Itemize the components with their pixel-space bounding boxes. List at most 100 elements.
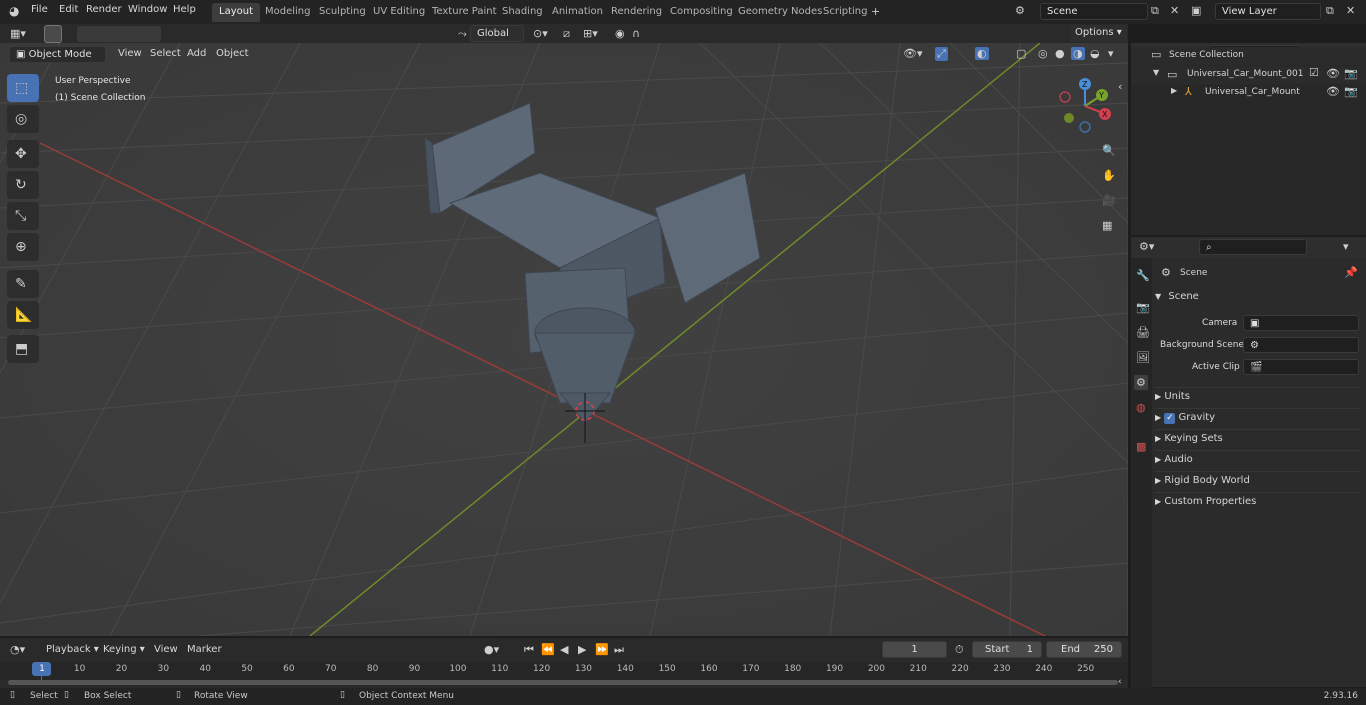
view-layer-icon[interactable]: ▣	[1191, 4, 1201, 17]
properties-editor-icon[interactable]: ⚙▾	[1139, 240, 1154, 253]
pivot-icon[interactable]: ⊙▾	[533, 27, 548, 40]
tab-animation[interactable]: Animation	[545, 3, 610, 22]
pan-hand-icon[interactable]: ✋	[1102, 169, 1116, 182]
camera-field[interactable]: ▣	[1243, 315, 1359, 331]
next-keyframe-icon[interactable]: ⏩	[595, 643, 609, 656]
menu-file[interactable]: File	[31, 4, 48, 15]
section-gravity[interactable]: ▶ ✓ Gravity	[1155, 408, 1360, 426]
tab-modeling[interactable]: Modeling	[258, 3, 318, 22]
new-view-layer-icon[interactable]: ⧉	[1326, 4, 1334, 18]
new-scene-icon[interactable]: ⧉	[1151, 4, 1159, 18]
snap-icon[interactable]: ⧄	[563, 27, 570, 41]
collection-label[interactable]: Universal_Car_Mount_001	[1187, 69, 1303, 79]
jump-end-icon[interactable]: ⏭	[614, 643, 624, 657]
scene-panel-header[interactable]: ▼ Scene	[1155, 291, 1360, 309]
select-mode-buttons[interactable]	[77, 26, 161, 42]
current-frame-field[interactable]: 1	[882, 641, 947, 658]
output-tab-icon[interactable]: 🖨	[1136, 326, 1150, 339]
expand-icon[interactable]: ▼	[1153, 68, 1159, 77]
material-shading-icon[interactable]: ◑	[1071, 47, 1085, 60]
scale-tool[interactable]: ⤡	[7, 202, 39, 230]
cursor-tool[interactable]: ◎	[7, 105, 39, 133]
wireframe-shading-icon[interactable]: ◎	[1038, 47, 1048, 60]
section-custom-properties[interactable]: ▶ Custom Properties	[1155, 492, 1360, 510]
measure-tool[interactable]: 📐	[7, 301, 39, 329]
proportional-edit-icon[interactable]: ◉	[615, 27, 625, 40]
timeline-menu-view[interactable]: View	[154, 644, 178, 655]
scene-collection-label[interactable]: Scene Collection	[1169, 50, 1244, 60]
prev-keyframe-icon[interactable]: ⏪	[541, 643, 555, 656]
scene-tab-icon[interactable]: ⚙	[1134, 375, 1148, 390]
visibility-filter-icon[interactable]: 👁▾	[903, 47, 923, 60]
start-frame-field[interactable]: Start 1	[972, 641, 1042, 658]
ortho-toggle-icon[interactable]: ▦	[1102, 219, 1112, 232]
play-reverse-icon[interactable]: ◀	[560, 643, 568, 656]
tab-sculpting[interactable]: Sculpting	[312, 3, 373, 22]
play-icon[interactable]: ▶	[578, 643, 586, 656]
add-cube-tool[interactable]: ⬒	[7, 335, 39, 363]
rotate-tool[interactable]: ↻	[7, 171, 39, 199]
properties-search-input[interactable]: ⌕	[1199, 239, 1307, 255]
tab-scripting[interactable]: Scripting	[816, 3, 874, 22]
section-rigid-body-world[interactable]: ▶ Rigid Body World	[1155, 471, 1360, 489]
tab-shading[interactable]: Shading	[495, 3, 550, 22]
select-tool-button[interactable]	[44, 25, 62, 43]
tab-compositing[interactable]: Compositing	[663, 3, 740, 22]
world-tab-icon[interactable]: ◍	[1136, 401, 1146, 414]
view-layer-field[interactable]: View Layer	[1215, 3, 1321, 20]
section-keying-sets[interactable]: ▶ Keying Sets	[1155, 429, 1360, 447]
timeline-menu-playback[interactable]: Playback ▾	[46, 644, 99, 655]
scene-icon[interactable]: ⚙	[1015, 4, 1025, 17]
scene-field[interactable]: Scene	[1040, 3, 1148, 20]
blender-logo-icon[interactable]: ◕	[9, 4, 19, 18]
tool-tab-icon[interactable]: 🔧	[1136, 269, 1150, 282]
tab-geometry-nodes[interactable]: Geometry Nodes	[731, 3, 829, 22]
move-tool[interactable]: ✥	[7, 140, 39, 168]
options-button[interactable]: Options ▾	[1070, 25, 1127, 42]
falloff-icon[interactable]: ∩	[632, 27, 640, 40]
visibility-eye-icon[interactable]: 👁	[1326, 67, 1340, 80]
camera-view-icon[interactable]: 🎥	[1102, 194, 1116, 207]
mode-select[interactable]: ▣ Object Mode	[9, 46, 106, 63]
visibility-eye-icon[interactable]: 👁	[1326, 85, 1340, 98]
tab-texture-paint[interactable]: Texture Paint	[425, 3, 504, 22]
timeline-editor-icon[interactable]: ◔▾	[10, 643, 25, 656]
pin-icon[interactable]: 📌	[1344, 266, 1358, 279]
end-frame-field[interactable]: End 250	[1046, 641, 1122, 658]
expand-icon[interactable]: ▶	[1171, 86, 1177, 95]
tab-uv-editing[interactable]: UV Editing	[366, 3, 432, 22]
viewport-menu-select[interactable]: Select	[150, 48, 181, 59]
preview-range-icon[interactable]: ⏱	[955, 643, 964, 657]
outliner-row[interactable]	[1131, 47, 1366, 65]
timeline-menu-keying[interactable]: Keying ▾	[103, 644, 145, 655]
viewport-menu-object[interactable]: Object	[216, 48, 249, 59]
gizmo-toggle-icon[interactable]: ⤢	[935, 47, 948, 61]
rendered-shading-icon[interactable]: ◒	[1090, 47, 1100, 60]
tab-rendering[interactable]: Rendering	[604, 3, 669, 22]
menu-help[interactable]: Help	[173, 4, 196, 15]
background-scene-field[interactable]: ⚙	[1243, 337, 1359, 353]
editor-type-icon[interactable]: ▦▾	[10, 27, 26, 40]
render-camera-icon[interactable]: 📷	[1344, 67, 1358, 80]
zoom-icon[interactable]: 🔍	[1102, 144, 1116, 157]
3d-viewport[interactable]: ▣ Object Mode View Select Add Object 👁▾ …	[0, 43, 1128, 636]
shading-options-icon[interactable]: ▾	[1108, 47, 1114, 60]
timeline-sidebar-icon[interactable]: ‹	[1118, 677, 1122, 687]
menu-window[interactable]: Window	[128, 4, 167, 15]
delete-scene-icon[interactable]: ✕	[1170, 4, 1179, 17]
select-box-tool[interactable]: ⬚	[7, 74, 39, 102]
viewport-menu-add[interactable]: Add	[187, 48, 206, 59]
xray-icon[interactable]: ▢	[1016, 47, 1026, 60]
sidebar-toggle-icon[interactable]: ‹	[1118, 80, 1122, 93]
exclude-checkbox-icon[interactable]: ☑	[1309, 66, 1319, 79]
solid-shading-icon[interactable]: ●	[1055, 47, 1065, 60]
menu-render[interactable]: Render	[86, 4, 122, 15]
annotate-tool[interactable]: ✎	[7, 270, 39, 298]
texture-tab-icon[interactable]: ▩	[1136, 440, 1146, 453]
add-workspace-icon[interactable]: +	[871, 5, 880, 18]
gravity-checkbox[interactable]: ✓	[1164, 413, 1176, 424]
delete-view-layer-icon[interactable]: ✕	[1346, 4, 1355, 17]
render-tab-icon[interactable]: 📷	[1136, 301, 1150, 314]
object-label[interactable]: Universal_Car_Mount	[1205, 87, 1300, 97]
timeline-scrollbar[interactable]	[8, 680, 1118, 685]
